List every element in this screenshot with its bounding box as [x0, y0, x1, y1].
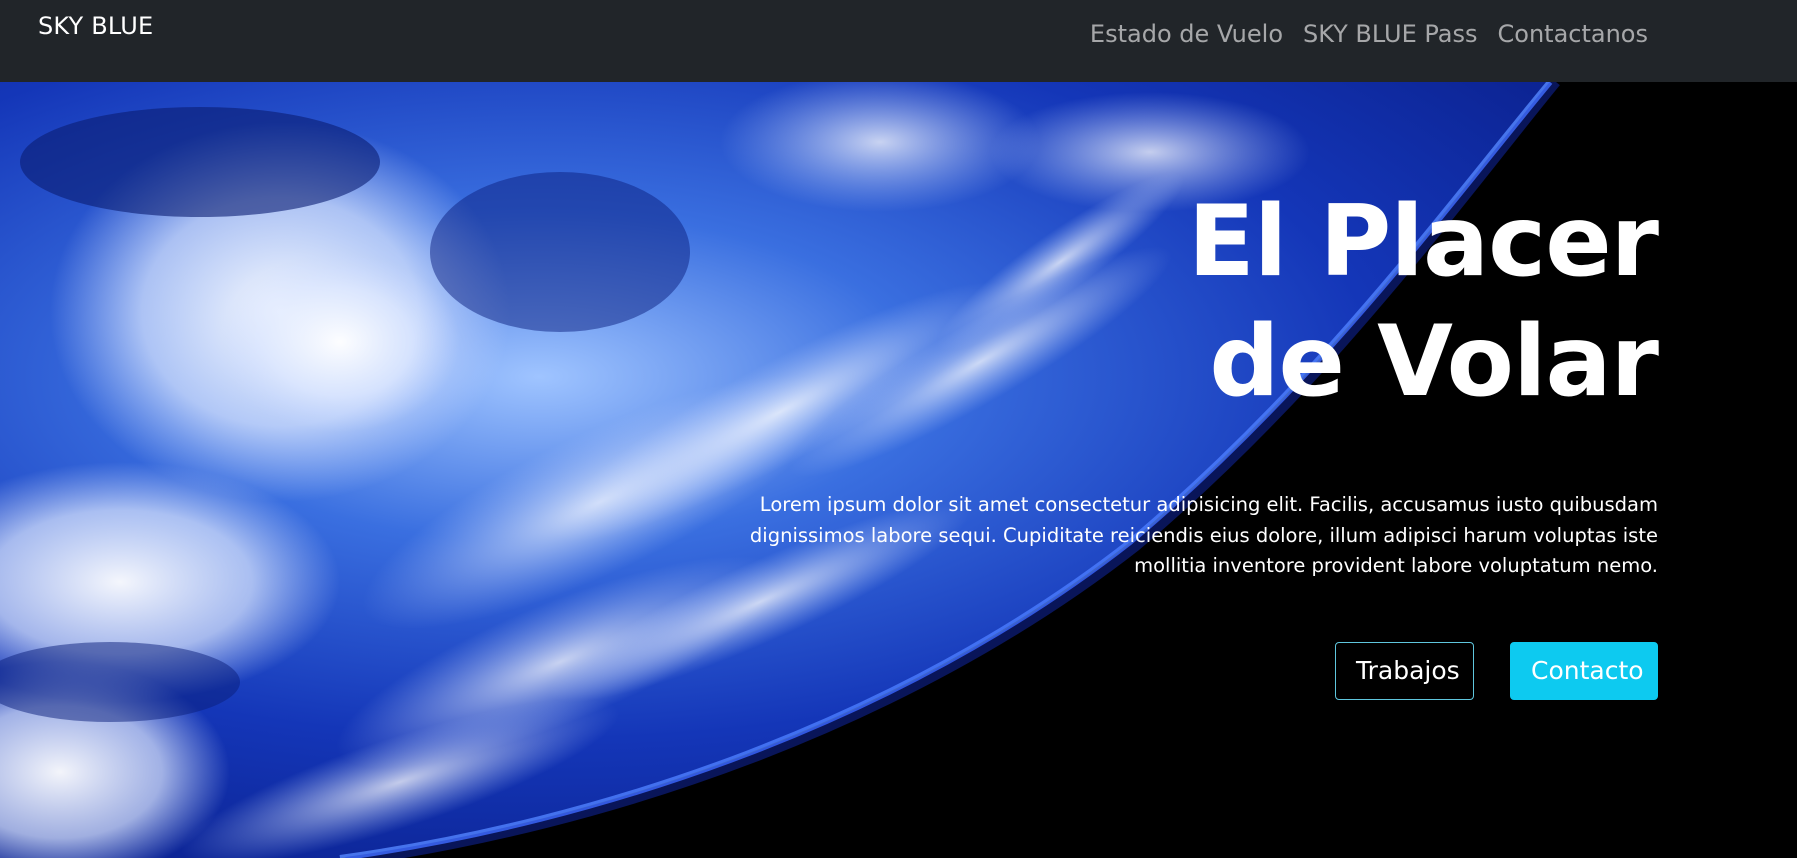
nav-link-contactanos[interactable]: Contactanos: [1498, 20, 1648, 48]
brand-logo[interactable]: SKY BLUE: [38, 12, 153, 40]
hero-title-line2: de Volar: [1209, 305, 1659, 419]
nav-link-sky-blue-pass[interactable]: SKY BLUE Pass: [1303, 20, 1478, 48]
hero-content: El Placer de Volar Lorem ipsum dolor sit…: [698, 182, 1659, 700]
top-navbar: SKY BLUE Estado de Vuelo SKY BLUE Pass C…: [0, 0, 1797, 82]
hero-buttons: Trabajos Contacto: [698, 641, 1658, 700]
hero-section: El Placer de Volar Lorem ipsum dolor sit…: [0, 82, 1797, 858]
contacto-button[interactable]: Contacto: [1510, 641, 1658, 700]
hero-description: Lorem ipsum dolor sit amet consectetur a…: [749, 493, 1658, 577]
trabajos-button[interactable]: Trabajos: [1335, 641, 1474, 700]
hero-title: El Placer de Volar: [698, 182, 1659, 422]
nav-links: Estado de Vuelo SKY BLUE Pass Contactano…: [1090, 20, 1648, 48]
nav-link-estado-de-vuelo[interactable]: Estado de Vuelo: [1090, 20, 1283, 48]
hero-title-line1: El Placer: [1187, 185, 1659, 299]
